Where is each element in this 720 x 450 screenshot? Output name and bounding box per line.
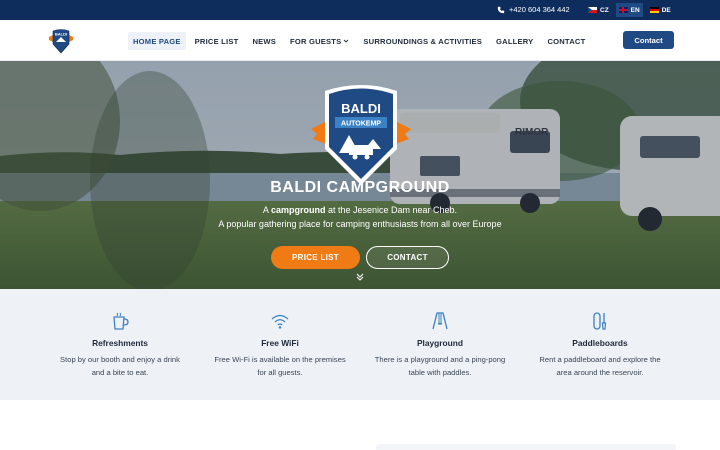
wifi-icon	[271, 314, 289, 329]
logo-title: BALDI	[341, 101, 381, 116]
lang-de-label: DE	[661, 6, 671, 14]
phone-number: +420 604 364 442	[509, 5, 570, 14]
feature-description: Stop by our booth and enjoy a drink and a…	[45, 353, 195, 379]
nav-for-guests[interactable]: FOR GUESTS	[285, 32, 354, 50]
nav-price-list[interactable]: PRICE LIST	[190, 32, 244, 50]
feature-description: Rent a paddleboard and explore the area a…	[525, 353, 675, 379]
nav-gallery-label: GALLERY	[496, 36, 534, 46]
nav-news-label: NEWS	[252, 36, 277, 46]
phone-link[interactable]: +420 604 364 442	[497, 5, 570, 14]
price-list-button[interactable]: PRICE LIST	[271, 246, 360, 269]
hero-line1-prefix: A	[262, 205, 269, 215]
hero-line1-bold: campground	[270, 205, 326, 215]
contact-button[interactable]: Contact	[623, 31, 674, 49]
nav-gallery[interactable]: GALLERY	[491, 32, 538, 50]
nav-for-guests-label: FOR GUESTS	[290, 36, 342, 46]
uk-flag-icon	[618, 7, 628, 13]
hero-contact-button[interactable]: CONTACT	[366, 246, 449, 269]
feature-title: Refreshments	[92, 338, 148, 348]
chevron-down-icon	[344, 39, 349, 43]
nav-home-label: HOME PAGE	[133, 36, 181, 46]
nav-surroundings[interactable]: SURROUNDINGS & ACTIVITIES	[358, 32, 487, 50]
lang-cz[interactable]: CZ	[585, 3, 612, 17]
czech-flag-icon	[588, 7, 597, 13]
cup-icon	[113, 312, 129, 330]
hero-line1-suffix: at the Jesenice Dam near Cheb.	[327, 205, 458, 215]
language-switcher: CZ EN DE	[585, 3, 674, 17]
hero-title: BALDI CAMPGROUND	[270, 179, 450, 196]
feature-description-line2: and a bite to eat.	[91, 368, 149, 377]
phone-icon	[497, 6, 505, 13]
feature-title: Playground	[416, 338, 464, 348]
content-card	[376, 444, 676, 450]
feature-description-line1: Stop by our booth and enjoy a drink	[60, 355, 180, 364]
feature-description-line2: table with paddles.	[408, 368, 472, 377]
logo-subtitle: AUTOKEMP	[341, 121, 381, 128]
nav-contact-label: CONTACT	[547, 36, 586, 46]
feature-title: Free WiFi	[261, 338, 299, 348]
feature-description: There is a playground and a ping-pong tab…	[365, 353, 515, 379]
features-section: Refreshments Stop by our booth and enjoy…	[0, 289, 720, 400]
logo-text: BALDI	[55, 32, 67, 37]
scroll-down-icon[interactable]	[355, 272, 365, 282]
playground-icon	[432, 312, 448, 330]
lang-en-label: EN	[630, 6, 640, 14]
site-logo[interactable]: BALDI	[47, 28, 75, 54]
content-section	[0, 400, 720, 450]
feature-description-line1: Free Wi-Fi is available on the premises	[214, 355, 346, 364]
feature-description-line1: There is a playground and a ping-pong	[374, 355, 506, 364]
top-bar: +420 604 364 442 CZ EN DE	[0, 0, 720, 20]
campground-logo: BALDI AUTOKEMP	[311, 85, 411, 185]
hero-section: RIMOR BALDI AUTOKEMP BALDI CAMPGROUND A …	[0, 61, 720, 289]
paddle-icon	[593, 312, 607, 330]
nav-price-list-label: PRICE LIST	[194, 36, 239, 46]
nav-home[interactable]: HOME PAGE	[128, 32, 186, 50]
lang-cz-label: CZ	[600, 6, 609, 14]
nav-news[interactable]: NEWS	[247, 32, 281, 50]
nav-contact[interactable]: CONTACT	[542, 32, 590, 50]
hero-subtitle-line1: A campground at the Jesenice Dam near Ch…	[0, 205, 720, 215]
lang-en[interactable]: EN	[615, 3, 643, 17]
menu: HOME PAGE PRICE LIST NEWS FOR GUESTS SUR…	[128, 32, 590, 50]
german-flag-icon	[649, 7, 659, 13]
feature-description-line2: area around the reservoir.	[556, 368, 644, 377]
feature-description: Free Wi-Fi is available on the premises f…	[205, 353, 355, 379]
feature-title: Paddleboards	[572, 338, 628, 348]
hero-subtitle-line2: A popular gathering place for camping en…	[218, 219, 502, 229]
nav-surroundings-label: SURROUNDINGS & ACTIVITIES	[363, 36, 483, 46]
lang-de[interactable]: DE	[647, 3, 674, 17]
feature-description-line1: Rent a paddleboard and explore the	[539, 355, 661, 364]
feature-description-line2: for all guests.	[257, 368, 303, 377]
main-navigation: BALDI HOME PAGE PRICE LIST NEWS FOR GUES…	[0, 20, 720, 61]
